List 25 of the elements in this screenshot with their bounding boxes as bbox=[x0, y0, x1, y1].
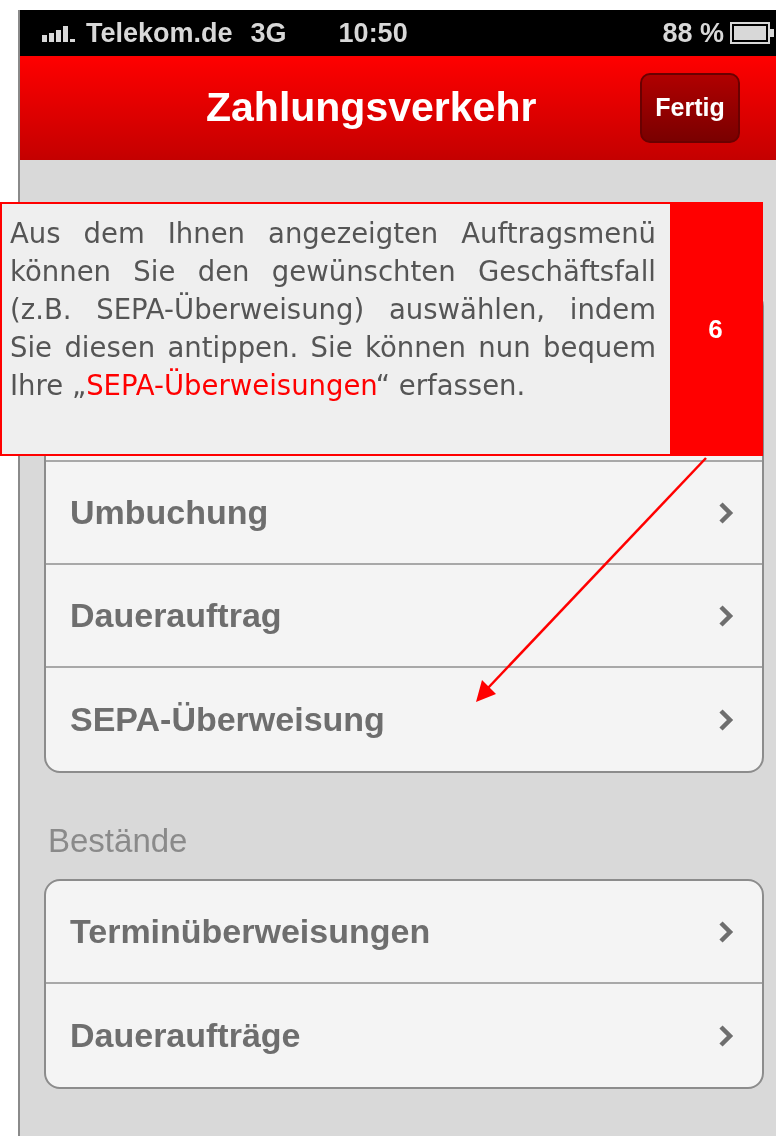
chevron-icon bbox=[718, 500, 734, 525]
chevron-icon bbox=[718, 1023, 734, 1048]
chevron-icon bbox=[718, 707, 734, 732]
battery-level: 88 % bbox=[662, 16, 724, 50]
chevron-icon bbox=[718, 603, 734, 628]
menu-item[interactable]: Terminüberweisungen bbox=[46, 881, 762, 984]
step-number: 6 bbox=[708, 312, 723, 346]
menu-item[interactable]: Umbuchung bbox=[46, 462, 762, 565]
menu-item-label: Terminüberweisungen bbox=[70, 911, 431, 952]
menu-item-label: SEPA-Überweisung bbox=[70, 699, 385, 740]
battery-icon bbox=[730, 22, 776, 44]
carrier-name: Telekom.de bbox=[86, 16, 233, 50]
menu-item-label: Daueraufträge bbox=[70, 1015, 301, 1056]
section-header: Bestände bbox=[47, 821, 189, 861]
network-type: 3G bbox=[250, 16, 287, 50]
menu-item-label: Dauerauftrag bbox=[70, 595, 282, 636]
done-button[interactable]: Fertig bbox=[640, 73, 740, 143]
chevron-icon bbox=[718, 919, 734, 944]
menu-item[interactable]: Dauerauftrag bbox=[46, 565, 762, 668]
clock: 10:50 bbox=[338, 16, 408, 50]
menu-item[interactable]: Daueraufträge bbox=[46, 984, 762, 1087]
screen-title: Zahlungsverkehr bbox=[206, 83, 537, 133]
menu-item[interactable]: SEPA-Überweisung bbox=[46, 668, 762, 771]
menu-item-label: Umbuchung bbox=[70, 492, 269, 533]
callout-text: Aus dem Ihnen angezeigten Auftragsmenü können Sie den gewünschten Geschäftsfall (z.B. SEPA-Überweisung) auswählen, indem Sie diesen antippen. Sie können nun bequem Ihre „SEPA-Überweisungen“ erfassen. bbox=[9, 216, 657, 403]
